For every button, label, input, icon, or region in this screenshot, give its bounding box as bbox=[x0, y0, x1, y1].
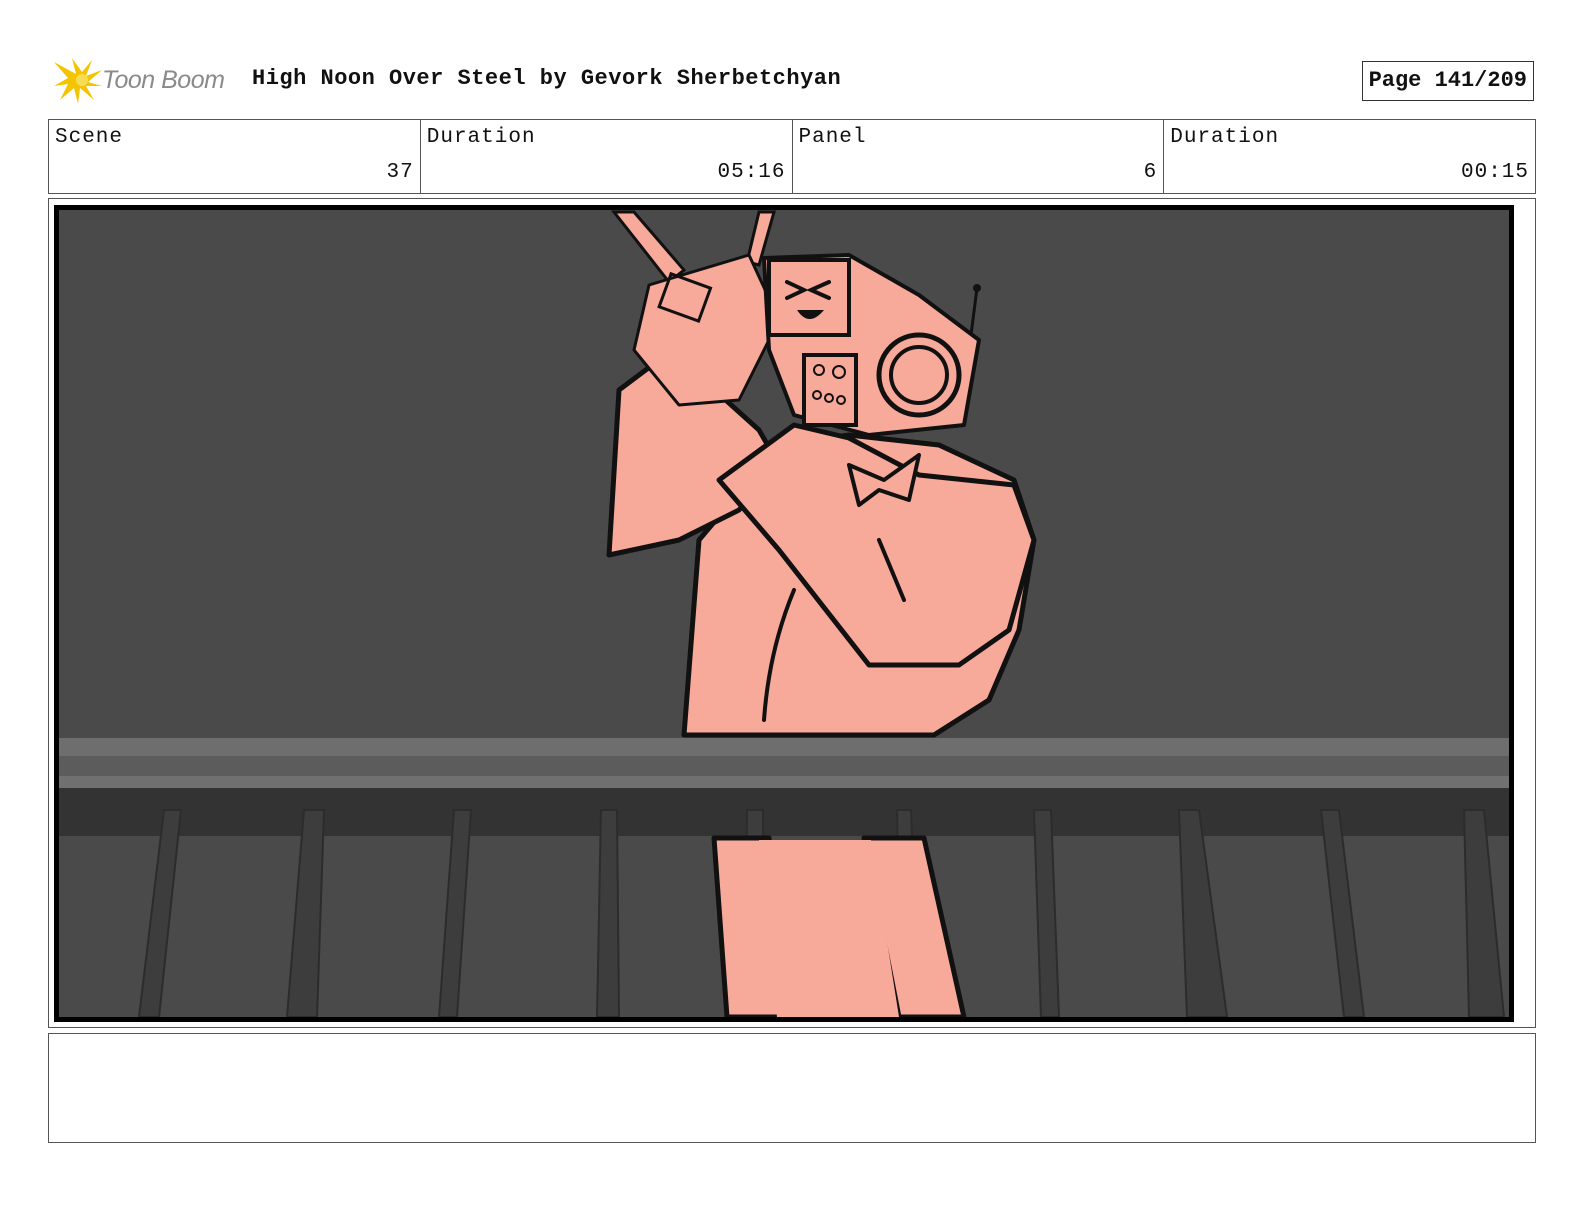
scene-cell: Scene 37 bbox=[49, 120, 421, 193]
panel-duration-cell: Duration 00:15 bbox=[1164, 120, 1535, 193]
scene-duration-value: 05:16 bbox=[717, 161, 786, 184]
scene-duration-cell: Duration 05:16 bbox=[421, 120, 793, 193]
scene-duration-label: Duration bbox=[426, 126, 536, 149]
storyboard-title: High Noon Over Steel by Gevork Sherbetch… bbox=[252, 66, 842, 91]
panel-duration-value: 00:15 bbox=[1460, 161, 1529, 184]
panel-label: Panel bbox=[798, 126, 867, 149]
panel-notes bbox=[48, 1033, 1536, 1143]
panel-duration-label: Duration bbox=[1170, 126, 1280, 149]
toon-boom-logo: Toon Boom bbox=[52, 56, 242, 106]
panel-info-row: Scene 37 Duration 05:16 Panel 6 Duration… bbox=[48, 119, 1536, 194]
panel-frame bbox=[48, 198, 1536, 1028]
starburst-icon bbox=[54, 58, 102, 104]
page-indicator: Page 141/209 bbox=[1361, 61, 1534, 101]
scene-value: 37 bbox=[386, 161, 414, 184]
scene-label: Scene bbox=[55, 126, 124, 149]
panel-artwork bbox=[54, 205, 1514, 1022]
panel-value: 6 bbox=[1143, 161, 1158, 184]
page-header: Toon Boom High Noon Over Steel by Gevork… bbox=[52, 56, 1534, 106]
storyboard-drawing bbox=[59, 210, 1509, 1017]
panel-cell: Panel 6 bbox=[793, 120, 1165, 193]
logo-text: Toon Boom bbox=[102, 66, 225, 94]
